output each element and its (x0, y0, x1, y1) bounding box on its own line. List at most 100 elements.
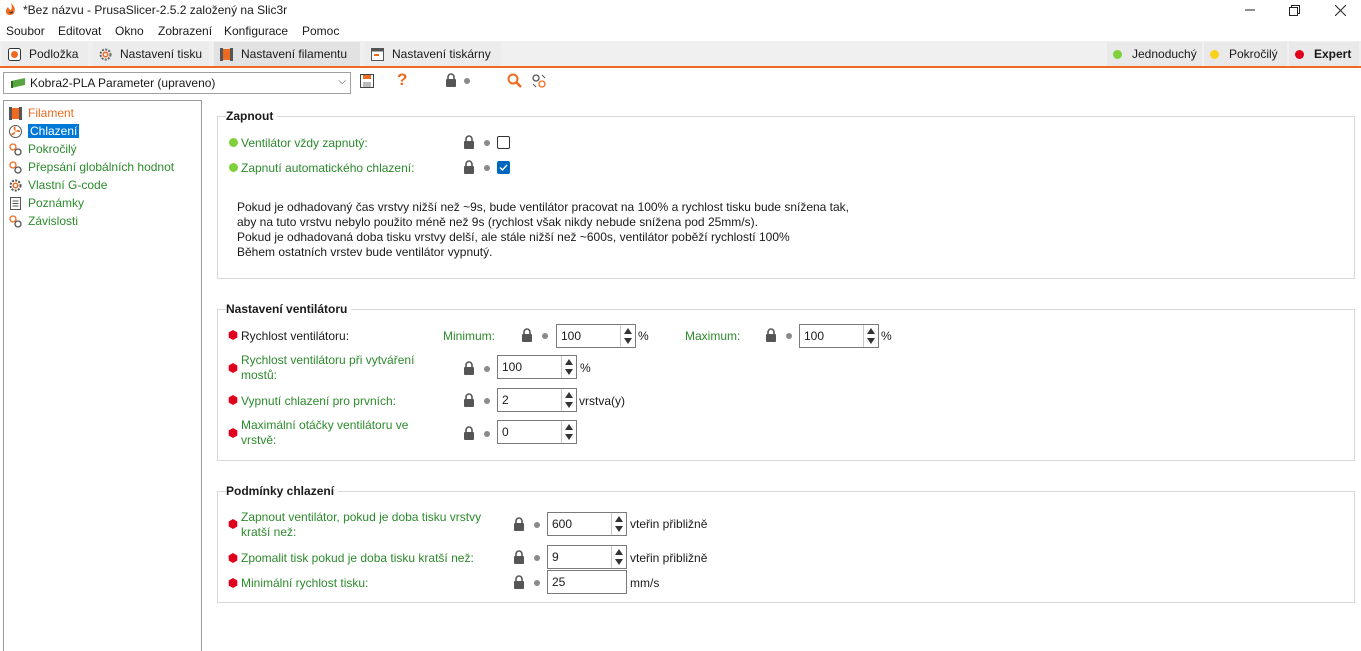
lock-icon[interactable] (521, 328, 533, 342)
fan-speed-min-spinner[interactable]: 100 (556, 324, 636, 348)
arrow-down-icon[interactable] (565, 369, 573, 375)
search-icon[interactable] (507, 73, 522, 88)
menu-soubor[interactable]: Soubor (6, 24, 45, 38)
save-preset-icon[interactable] (360, 74, 374, 88)
tab-nastaveni-filamentu[interactable]: Nastavení filamentu (214, 42, 360, 66)
lock-icon[interactable] (463, 426, 475, 440)
menu-editovat[interactable]: Editovat (58, 24, 101, 38)
lock-icon[interactable] (463, 135, 475, 149)
menu-okno[interactable]: Okno (115, 24, 144, 38)
arrow-up-icon[interactable] (565, 424, 573, 430)
min-speed-input[interactable]: 25 (547, 570, 627, 594)
spinner-arrows[interactable] (620, 325, 635, 347)
spinner-arrows[interactable] (561, 389, 576, 411)
mode-advanced-button[interactable]: Pokročilý (1204, 42, 1287, 66)
menu-pomoc[interactable]: Pomoc (302, 24, 339, 38)
tab-nastaveni-tiskarny[interactable]: Nastavení tiskárny (365, 42, 501, 66)
group-cooling-conditions (217, 491, 1355, 603)
lock-icon[interactable] (463, 361, 475, 375)
spinner-value: 100 (561, 329, 582, 343)
mode-label: Expert (1314, 47, 1352, 61)
cog-icon (9, 179, 22, 191)
spinner-arrows[interactable] (561, 421, 576, 443)
auto-cooling-label: Zapnutí automatického chlazení: (241, 161, 415, 175)
sidebar-item-pokrocily[interactable]: Pokročilý (9, 141, 77, 157)
spinner-arrows[interactable] (611, 513, 626, 535)
arrow-down-icon[interactable] (565, 402, 573, 408)
mode-label: Jednoduchý (1132, 47, 1197, 61)
menu-zobrazeni[interactable]: Zobrazení (158, 24, 212, 38)
wrench-icon (9, 214, 22, 228)
lock-icon[interactable] (513, 575, 525, 589)
compare-presets-icon[interactable] (532, 74, 546, 88)
arrow-down-icon[interactable] (624, 338, 632, 344)
expert-mode-bullet-icon (228, 395, 238, 405)
arrow-down-icon[interactable] (565, 434, 573, 440)
arrow-up-icon[interactable] (565, 392, 573, 398)
lock-icon[interactable] (513, 550, 525, 564)
arrow-up-icon[interactable] (867, 328, 875, 334)
group-title-enable: Zapnout (226, 109, 278, 123)
plater-icon (8, 47, 21, 61)
title-bar: *Bez názvu - PrusaSlicer-2.5.2 založený … (0, 0, 1361, 20)
arrow-down-icon[interactable] (615, 559, 623, 565)
lock-icon[interactable] (463, 393, 475, 407)
lock-icon[interactable] (445, 73, 457, 87)
close-button[interactable] (1320, 0, 1360, 20)
fan-speed-min-label: Minimum: (443, 329, 496, 343)
question-icon[interactable]: ? (397, 70, 407, 90)
mode-expert-button[interactable]: Expert (1289, 42, 1359, 66)
tab-nastaveni-tisku[interactable]: Nastavení tisku (93, 42, 209, 66)
system-dot-icon (484, 165, 490, 171)
fan-below-spinner[interactable]: 600 (547, 512, 627, 536)
expert-mode-bullet-icon (228, 363, 238, 373)
arrow-down-icon[interactable] (615, 526, 623, 532)
spinner-arrows[interactable] (863, 325, 878, 347)
arrow-up-icon[interactable] (615, 549, 623, 555)
label-line: mostů: (241, 368, 278, 382)
sidebar-item-gcode[interactable]: Vlastní G-code (9, 177, 107, 193)
minimize-button[interactable] (1230, 0, 1270, 20)
mode-label: Pokročilý (1229, 47, 1278, 61)
sidebar-item-zavislosti[interactable]: Závislosti (9, 213, 78, 229)
mode-simple-button[interactable]: Jednoduchý (1107, 42, 1202, 66)
menu-konfigurace[interactable]: Konfigurace (224, 24, 288, 38)
sidebar-item-poznamky[interactable]: Poznámky (9, 195, 84, 211)
menu-bar: Soubor Editovat Okno Zobrazení Konfigura… (0, 21, 1361, 41)
bridge-fan-spinner[interactable]: 100 (497, 355, 577, 379)
tab-label: Podložka (29, 47, 79, 61)
lock-icon[interactable] (765, 328, 777, 342)
arrow-down-icon[interactable] (867, 338, 875, 344)
filament-preset-select[interactable]: Kobra2-PLA Parameter (upraveno) ⌵ (3, 72, 351, 94)
max-fan-layer-label: Maximální otáčky ventilátoru ve vrstvě: (241, 418, 408, 448)
tab-bar: Podložka Nastavení tisku Nastavení filam… (0, 41, 1361, 68)
auto-cooling-checkbox[interactable] (497, 161, 510, 174)
yellow-dot-icon (1210, 49, 1219, 59)
sidebar-item-prepsani[interactable]: Přepsání globálních hodnot (9, 159, 174, 175)
chevron-down-icon: ⌵ (338, 76, 346, 87)
spinner-arrows[interactable] (611, 546, 626, 568)
arrow-up-icon[interactable] (615, 516, 623, 522)
restore-button[interactable] (1274, 0, 1314, 20)
tab-podlozka[interactable]: Podložka (2, 42, 88, 66)
fan-always-on-checkbox[interactable] (497, 136, 510, 149)
disable-first-label: Vypnutí chlazení pro prvních: (241, 394, 396, 408)
max-fan-layer-spinner[interactable]: 0 (497, 420, 577, 444)
spinner-value: 0 (502, 425, 509, 439)
red-dot-icon (1295, 49, 1304, 59)
sidebar-item-filament[interactable]: Filament (9, 105, 74, 121)
fan-icon (9, 124, 22, 138)
arrow-up-icon[interactable] (565, 359, 573, 365)
sidebar-item-chlazeni[interactable]: Chlazení (9, 123, 80, 139)
spinner-arrows[interactable] (561, 356, 576, 378)
lock-icon[interactable] (463, 160, 475, 174)
printer-settings-icon (371, 47, 384, 61)
tab-label: Nastavení tisku (120, 47, 203, 61)
system-dot-icon (464, 78, 470, 84)
fan-speed-max-spinner[interactable]: 100 (799, 324, 879, 348)
lock-icon[interactable] (513, 517, 525, 531)
arrow-up-icon[interactable] (624, 328, 632, 334)
disable-first-spinner[interactable]: 2 (497, 388, 577, 412)
filament-spool-icon (220, 47, 233, 61)
slowdown-below-spinner[interactable]: 9 (547, 545, 627, 569)
